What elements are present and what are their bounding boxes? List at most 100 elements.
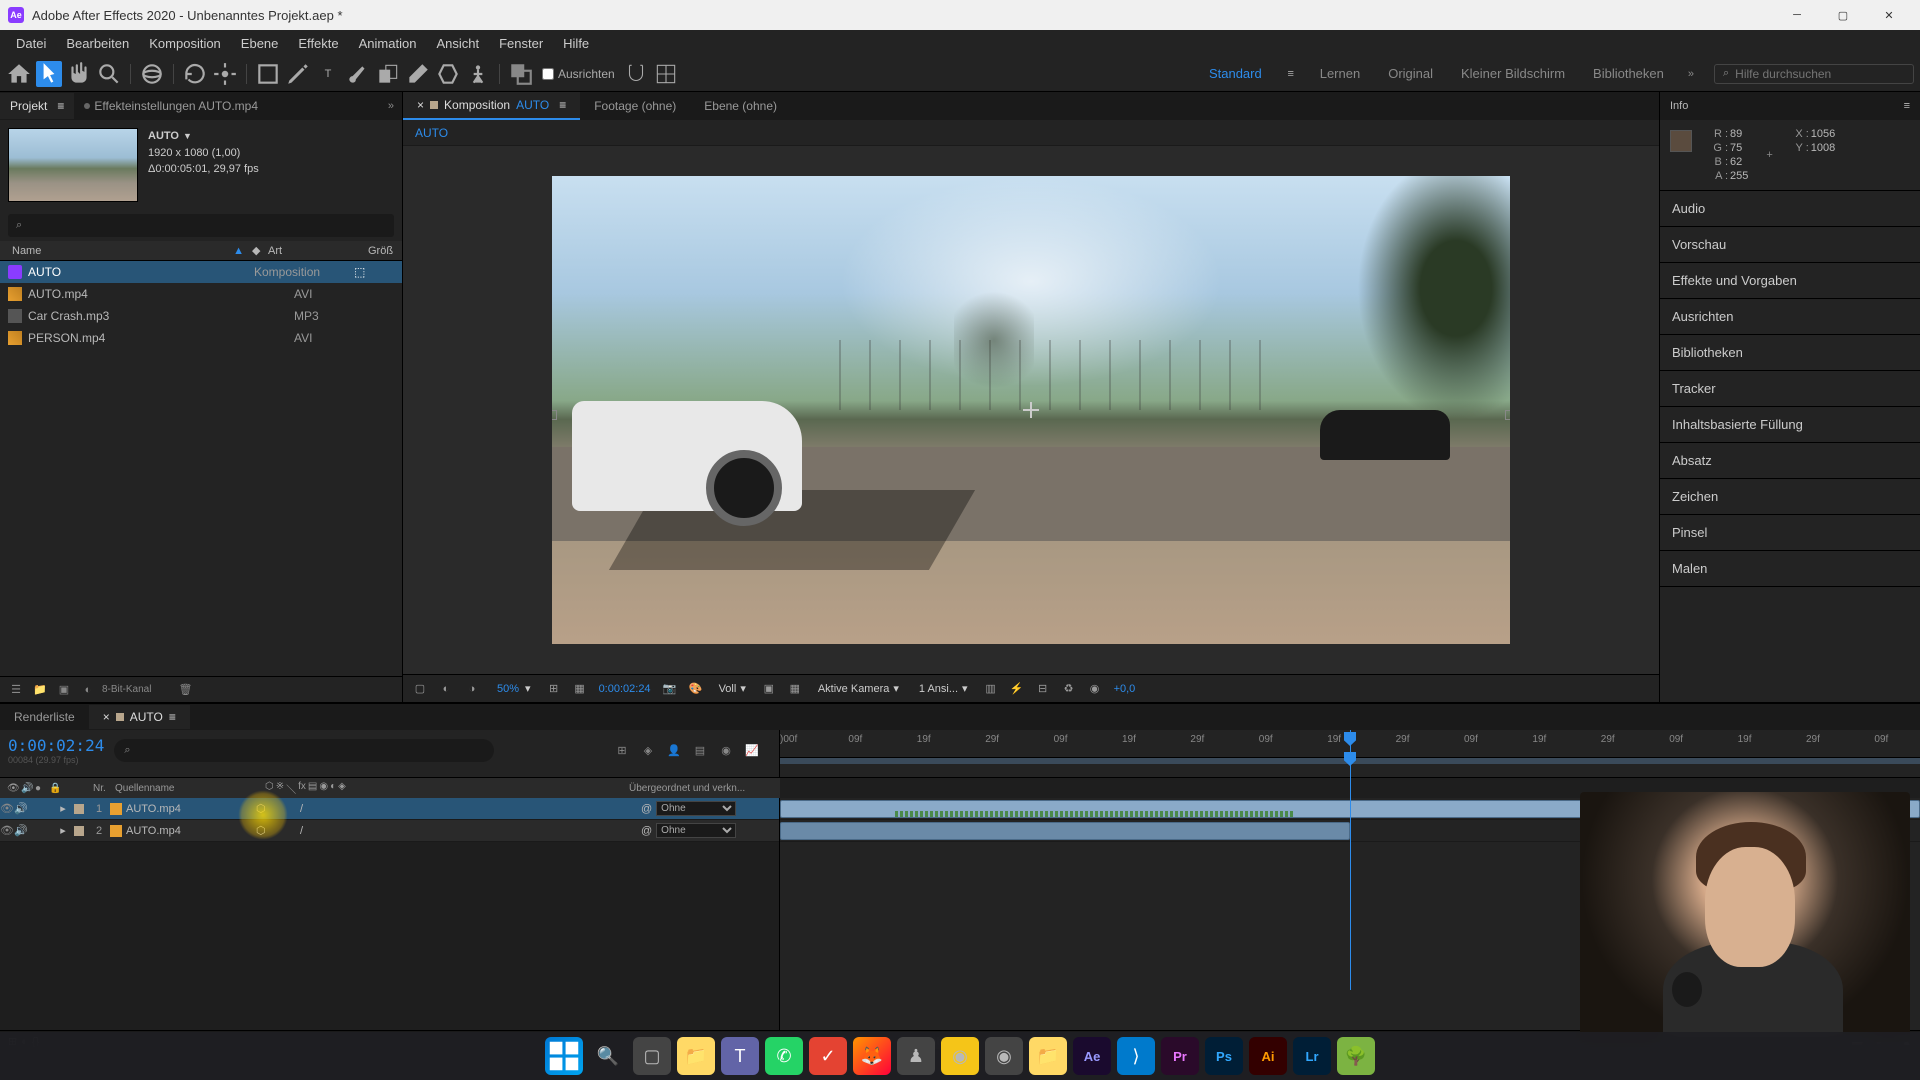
panel-overflow-icon[interactable]: » [380, 100, 402, 112]
hand-tool[interactable] [66, 61, 92, 87]
panel-character[interactable]: Zeichen [1660, 479, 1920, 515]
exposure-value[interactable]: +0,0 [1112, 683, 1138, 695]
project-list[interactable]: AUTO Komposition ⬚ AUTO.mp4 AVI Car Cras… [0, 261, 402, 676]
switch-icon[interactable]: ＼ [286, 781, 296, 796]
panel-paint[interactable]: Malen [1660, 551, 1920, 587]
timeline-layer[interactable]: 👁 🔊 ▸ 2 AUTO.mp4 ⬡ / @ Ohne [0, 820, 779, 842]
pixel-aspect-icon[interactable]: ▥ [982, 680, 1000, 698]
res-down-icon[interactable]: ⊞ [545, 680, 563, 698]
panel-audio[interactable]: Audio [1660, 191, 1920, 227]
mask-icon[interactable]: ◑ [463, 680, 481, 698]
visibility-toggle[interactable]: 👁 [0, 824, 14, 837]
render-queue-tab[interactable]: Renderliste [0, 705, 89, 729]
premiere-icon[interactable]: Pr [1161, 1037, 1199, 1075]
timeline-search-input[interactable] [135, 743, 485, 758]
menu-file[interactable]: Datei [6, 32, 56, 55]
switch-icon[interactable]: ※ [276, 781, 284, 796]
switch-transform-icon[interactable]: ⬡ [256, 824, 270, 837]
fast-preview-icon[interactable]: ⚡ [1008, 680, 1026, 698]
project-search-input[interactable] [22, 218, 386, 233]
after-effects-icon[interactable]: Ae [1073, 1037, 1111, 1075]
new-folder-icon[interactable]: 📁 [30, 680, 50, 700]
col-size[interactable]: Größ [364, 245, 394, 257]
workspace-learn[interactable]: Lernen [1308, 62, 1372, 85]
explorer-icon[interactable]: 📁 [677, 1037, 715, 1075]
project-item[interactable]: PERSON.mp4 AVI [0, 327, 402, 349]
comp-frame[interactable] [552, 176, 1510, 644]
panel-libraries[interactable]: Bibliotheken [1660, 335, 1920, 371]
lightroom-icon[interactable]: Lr [1293, 1037, 1331, 1075]
always-preview-icon[interactable]: ▢ [411, 680, 429, 698]
menu-help[interactable]: Hilfe [553, 32, 599, 55]
roi-icon[interactable]: ▣ [760, 680, 778, 698]
search-taskbar-icon[interactable]: 🔍 [589, 1037, 627, 1075]
visibility-toggle[interactable]: 👁 [0, 802, 14, 815]
info-panel-title[interactable]: Info [1670, 100, 1688, 112]
snap-toggle[interactable]: Ausrichten [542, 67, 615, 81]
firefox-icon[interactable]: 🦊 [853, 1037, 891, 1075]
project-item[interactable]: AUTO Komposition ⬚ [0, 261, 402, 283]
shy-icon[interactable]: 👤 [663, 740, 685, 762]
project-search[interactable]: ⌕ [8, 214, 394, 237]
comp-tab[interactable]: × Komposition AUTO ≡ [403, 92, 580, 120]
project-tab[interactable]: Projekt≡ [0, 93, 74, 119]
trash-icon[interactable]: 🗑 [175, 680, 195, 700]
timeline-current-time[interactable]: 0:00:02:24 [8, 736, 104, 755]
more-workspaces-icon[interactable]: » [1688, 68, 1694, 80]
switch-icon[interactable]: ◈ [338, 781, 346, 796]
maximize-button[interactable]: ▢ [1820, 0, 1866, 30]
effect-controls-tab[interactable]: Effekteinstellungen AUTO.mp4 [74, 93, 268, 119]
panel-paragraph[interactable]: Absatz [1660, 443, 1920, 479]
frame-blend-icon[interactable]: ▤ [689, 740, 711, 762]
menu-effects[interactable]: Effekte [288, 32, 348, 55]
app-icon[interactable]: ♟ [897, 1037, 935, 1075]
alpha-icon[interactable]: ◐ [437, 680, 455, 698]
switch-icon[interactable]: fx [298, 781, 306, 796]
minimize-button[interactable]: ─ [1774, 0, 1820, 30]
col-parent[interactable]: Übergeordnet und verkn... [626, 783, 776, 794]
close-button[interactable]: ✕ [1866, 0, 1912, 30]
panel-effects-presets[interactable]: Effekte und Vorgaben [1660, 263, 1920, 299]
expand-arrow-icon[interactable]: ▸ [56, 824, 70, 837]
layer-clip[interactable] [780, 822, 1350, 840]
selection-tool[interactable] [36, 61, 62, 87]
menu-composition[interactable]: Komposition [139, 32, 231, 55]
audio-toggle[interactable]: 🔊 [14, 824, 28, 837]
folder-icon[interactable]: 📁 [1029, 1037, 1067, 1075]
panel-brush[interactable]: Pinsel [1660, 515, 1920, 551]
snap-options-icon[interactable] [623, 61, 649, 87]
comp-mini-icon[interactable]: ⊞ [611, 740, 633, 762]
help-search[interactable]: ⌕ [1714, 64, 1914, 84]
menu-animation[interactable]: Animation [349, 32, 427, 55]
zoom-dropdown[interactable]: 50%▾ [489, 680, 537, 697]
anchor-tool[interactable] [212, 61, 238, 87]
brush-tool[interactable] [345, 61, 371, 87]
layer-name[interactable]: AUTO.mp4 [126, 803, 256, 815]
rotate-tool[interactable] [182, 61, 208, 87]
fillstroke-icon[interactable] [508, 61, 534, 87]
snap-grid-icon[interactable] [653, 61, 679, 87]
roto-tool[interactable] [435, 61, 461, 87]
todoist-icon[interactable]: ✓ [809, 1037, 847, 1075]
bpc-label[interactable]: 8-Bit-Kanal [102, 680, 151, 700]
playhead-line[interactable] [1350, 750, 1351, 990]
solo-column-icon[interactable]: ● [32, 783, 46, 794]
workspace-original[interactable]: Original [1376, 62, 1445, 85]
transform-handle[interactable] [1505, 410, 1510, 420]
channel-icon[interactable]: 🎨 [687, 680, 705, 698]
workspace-libraries[interactable]: Bibliotheken [1581, 62, 1676, 85]
panel-menu-icon[interactable]: ≡ [1904, 100, 1910, 112]
motion-blur-icon[interactable]: ◉ [715, 740, 737, 762]
illustrator-icon[interactable]: Ai [1249, 1037, 1287, 1075]
resolution-dropdown[interactable]: Voll▾ [713, 680, 752, 697]
composition-viewer[interactable] [403, 146, 1659, 674]
breadcrumb[interactable]: AUTO [415, 126, 448, 140]
start-button[interactable] [545, 1037, 583, 1075]
col-name[interactable]: Name [12, 245, 41, 257]
obs-icon[interactable]: ◉ [985, 1037, 1023, 1075]
timeline-layer[interactable]: 👁 🔊 ▸ 1 AUTO.mp4 ⬡ / @ Ohne [0, 798, 779, 820]
draft3d-icon[interactable]: ◈ [637, 740, 659, 762]
app-icon[interactable]: ◉ [941, 1037, 979, 1075]
switch-icon[interactable]: ▤ [308, 781, 317, 796]
switch-icon[interactable]: ◉ [319, 781, 328, 796]
